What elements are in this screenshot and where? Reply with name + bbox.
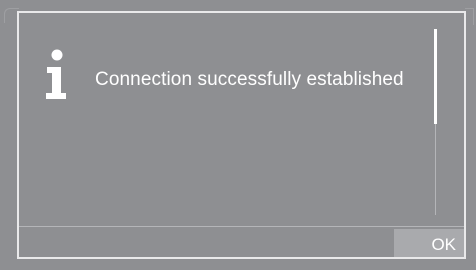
button-divider [19, 226, 464, 227]
ok-button[interactable]: OK [394, 229, 464, 257]
dialog-message: Connection successfully established [95, 69, 404, 90]
screen: Connection successfully established OK [0, 0, 476, 270]
background-ui-corner-right [465, 8, 474, 25]
scrollbar-thumb[interactable] [434, 29, 437, 124]
info-icon [46, 49, 66, 99]
info-dialog: Connection successfully established OK [17, 11, 466, 259]
